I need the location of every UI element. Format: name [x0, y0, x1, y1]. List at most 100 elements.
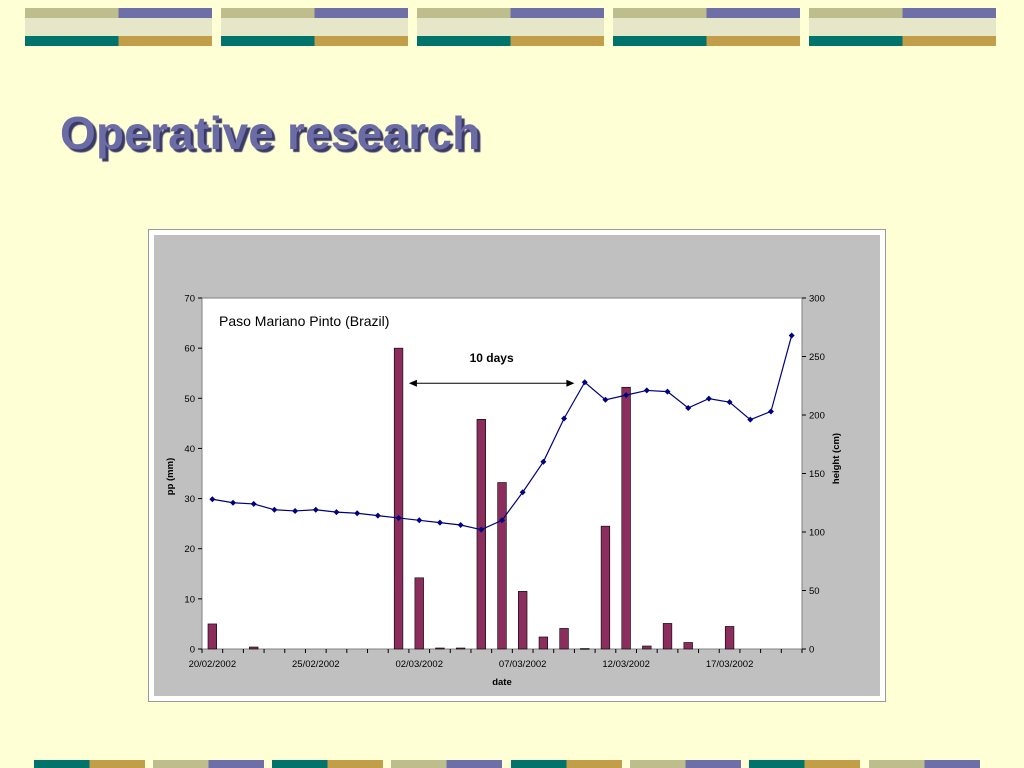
chart-container: 0 10 20 30 40 50 60 70 0 50 100 150 200 250 300 20/02/2…: [148, 229, 886, 702]
precipitation-bar: [414, 577, 424, 650]
band-piece: [511, 760, 567, 768]
x-axis-tick-label: 20/02/2002: [189, 659, 237, 670]
right-axis-tick-label: 50: [809, 586, 820, 597]
header-band-block-4: [613, 8, 800, 46]
left-axis-tick-label: 30: [184, 494, 195, 505]
band-piece: [34, 760, 90, 768]
precipitation-bar: [393, 347, 404, 650]
band-piece: [613, 18, 800, 36]
decorative-footer-bands: [34, 760, 980, 768]
precipitation-bar: [455, 647, 466, 650]
band-piece: [869, 760, 925, 768]
x-axis-tick-label: 25/02/2002: [292, 659, 340, 670]
band-piece: [25, 18, 212, 36]
annotation-label: 10 days: [470, 351, 514, 365]
band-piece: [417, 18, 604, 36]
footer-band-block-3: [272, 760, 383, 768]
right-axis-tick-label: 0: [809, 645, 814, 656]
band-piece: [118, 36, 212, 46]
precipitation-bar: [207, 623, 217, 650]
precipitation-bar: [538, 636, 549, 650]
left-axis-tick-label: 10: [184, 594, 195, 605]
right-axis-tick-label: 250: [809, 352, 825, 363]
precipitation-bar: [435, 647, 445, 650]
header-band-block-1: [25, 8, 212, 46]
precipitation-bar: [600, 525, 611, 650]
precipitation-bar: [518, 591, 528, 650]
precipitation-bar: [662, 623, 673, 650]
band-piece: [153, 760, 209, 768]
chart-title: Paso Mariano Pinto (Brazil): [219, 313, 389, 329]
band-piece: [118, 8, 212, 18]
precipitation-bar: [476, 419, 486, 650]
footer-band-block-8: [869, 760, 980, 768]
left-axis-tick-label: 60: [184, 344, 195, 355]
band-piece: [221, 8, 315, 18]
band-piece: [809, 18, 996, 36]
footer-band-block-7: [749, 760, 860, 768]
header-band-block-3: [417, 8, 604, 46]
band-piece: [924, 760, 980, 768]
band-piece: [685, 760, 741, 768]
band-piece: [272, 760, 328, 768]
x-axis-tick-label: 02/03/2002: [395, 659, 443, 670]
header-band-block-5: [809, 8, 996, 46]
band-piece: [613, 8, 707, 18]
precipitation-bar: [642, 645, 652, 650]
left-axis-tick-label: 70: [184, 294, 195, 305]
footer-band-block-4: [391, 760, 502, 768]
right-axis-title: height (cm): [831, 433, 842, 484]
x-axis-title: date: [492, 677, 512, 688]
band-piece: [566, 760, 622, 768]
combo-chart: 0 10 20 30 40 50 60 70 0 50 100 150 200 250 300 20/02/2…: [154, 235, 880, 696]
precipitation-bar: [497, 482, 507, 650]
band-piece: [314, 8, 408, 18]
footer-band-block-2: [153, 760, 264, 768]
band-piece: [706, 8, 800, 18]
band-piece: [630, 760, 686, 768]
band-piece: [327, 760, 383, 768]
slide-title: Operative research: [60, 107, 481, 159]
band-piece: [89, 760, 145, 768]
band-piece: [809, 8, 903, 18]
band-piece: [314, 36, 408, 46]
band-piece: [417, 36, 511, 46]
band-piece: [510, 36, 604, 46]
right-axis-tick-label: 300: [809, 294, 825, 305]
left-axis-title: pp (mm): [165, 458, 176, 495]
band-piece: [809, 36, 903, 46]
precipitation-bar: [559, 628, 569, 650]
band-piece: [208, 760, 264, 768]
band-piece: [221, 18, 408, 36]
band-piece: [446, 760, 502, 768]
x-axis-tick-label: 17/03/2002: [706, 659, 754, 670]
footer-band-block-5: [511, 760, 622, 768]
precipitation-bar: [621, 386, 631, 650]
right-axis-tick-label: 150: [809, 469, 825, 480]
right-axis-tick-label: 200: [809, 411, 825, 422]
band-piece: [510, 8, 604, 18]
precipitation-bar: [724, 626, 735, 650]
x-axis-tick-label: 07/03/2002: [499, 659, 547, 670]
x-axis-tick-label: 12/03/2002: [602, 659, 650, 670]
decorative-header-bands: [25, 8, 996, 46]
right-axis-tick-label: 100: [809, 528, 825, 539]
left-axis-tick-label: 40: [184, 444, 195, 455]
band-piece: [25, 36, 119, 46]
band-piece: [902, 36, 996, 46]
left-axis-tick-label: 50: [184, 394, 195, 405]
band-piece: [221, 36, 315, 46]
left-axis-tick-label: 0: [190, 645, 195, 656]
left-axis-tick-label: 20: [184, 544, 195, 555]
band-piece: [25, 8, 119, 18]
band-piece: [804, 760, 860, 768]
band-piece: [391, 760, 447, 768]
precipitation-bar: [249, 646, 259, 650]
footer-band-block-1: [34, 760, 145, 768]
footer-band-block-6: [630, 760, 741, 768]
band-piece: [749, 760, 805, 768]
band-piece: [902, 8, 996, 18]
band-piece: [613, 36, 707, 46]
band-piece: [417, 8, 511, 18]
band-piece: [706, 36, 800, 46]
